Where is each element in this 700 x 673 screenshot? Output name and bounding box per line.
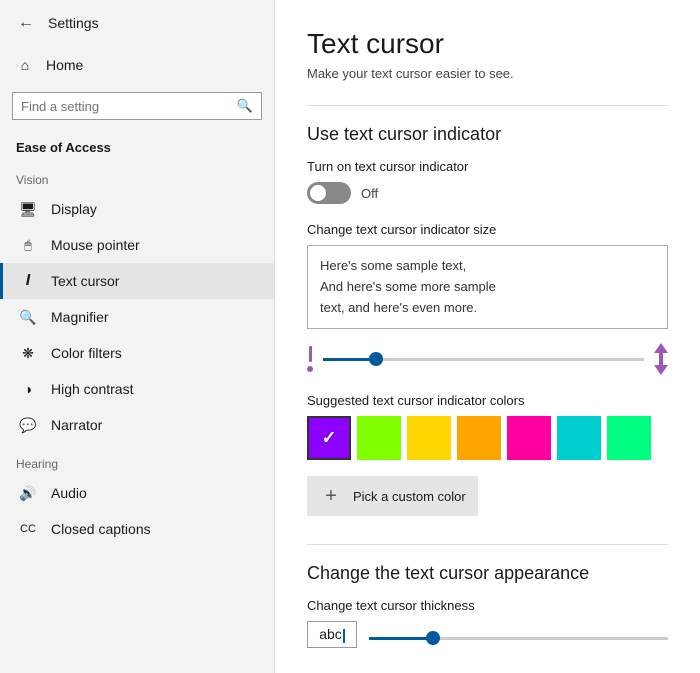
appearance-section-heading: Change the text cursor appearance bbox=[307, 563, 668, 584]
color-swatch-gold[interactable] bbox=[407, 416, 451, 460]
color-swatch-cyan[interactable] bbox=[557, 416, 601, 460]
color-swatches: ✓ bbox=[307, 416, 668, 460]
sidebar-item-color-filters[interactable]: ❋ Color filters bbox=[0, 335, 274, 371]
mouse-pointer-label: Mouse pointer bbox=[51, 237, 140, 253]
size-slider-row bbox=[307, 343, 668, 375]
search-input[interactable] bbox=[21, 99, 231, 114]
abc-text: abc bbox=[319, 626, 342, 642]
high-contrast-label: High contrast bbox=[51, 381, 133, 397]
sidebar-item-closed-captions[interactable]: CC Closed captions bbox=[0, 511, 274, 547]
toggle-label: Turn on text cursor indicator bbox=[307, 159, 668, 174]
thickness-row: abc bbox=[307, 621, 668, 647]
sidebar-item-home[interactable]: ⌂ Home bbox=[0, 46, 274, 84]
sidebar-item-magnifier[interactable]: 🔍 Magnifier bbox=[0, 299, 274, 335]
thickness-slider-container[interactable] bbox=[369, 627, 668, 643]
sample-line-2: And here's some more sample bbox=[320, 277, 655, 298]
closed-captions-icon: CC bbox=[19, 520, 37, 538]
custom-color-button[interactable]: + Pick a custom color bbox=[307, 476, 478, 516]
abc-cursor bbox=[343, 629, 345, 643]
sidebar-item-mouse-pointer[interactable]: 🖱 Mouse pointer bbox=[0, 227, 274, 263]
color-swatch-purple[interactable]: ✓ bbox=[307, 416, 351, 460]
cursor-large-icon bbox=[654, 343, 668, 375]
magnifier-label: Magnifier bbox=[51, 309, 109, 325]
sidebar-item-display[interactable]: 🖥 Display bbox=[0, 191, 274, 227]
thickness-label: Change text cursor thickness bbox=[307, 598, 668, 613]
color-filters-label: Color filters bbox=[51, 345, 122, 361]
home-label: Home bbox=[46, 57, 83, 73]
color-filters-icon: ❋ bbox=[19, 344, 37, 362]
display-label: Display bbox=[51, 201, 97, 217]
sample-line-1: Here's some sample text, bbox=[320, 256, 655, 277]
toggle-switch[interactable] bbox=[307, 182, 351, 204]
closed-captions-label: Closed captions bbox=[51, 521, 151, 537]
settings-title: Settings bbox=[48, 15, 99, 31]
home-icon: ⌂ bbox=[16, 56, 34, 74]
color-swatch-lime[interactable] bbox=[607, 416, 651, 460]
search-box[interactable]: 🔍 bbox=[12, 92, 262, 120]
main-content: Text cursor Make your text cursor easier… bbox=[275, 0, 700, 673]
sidebar-item-audio[interactable]: 🔊 Audio bbox=[0, 475, 274, 511]
size-slider-container[interactable] bbox=[323, 344, 644, 374]
plus-icon: + bbox=[319, 484, 343, 508]
size-label: Change text cursor indicator size bbox=[307, 222, 668, 237]
ease-of-access-label: Ease of Access bbox=[0, 128, 274, 159]
mouse-pointer-icon: 🖱 bbox=[19, 236, 37, 254]
vision-section-title: Vision bbox=[0, 159, 274, 191]
thickness-slider[interactable] bbox=[369, 637, 668, 640]
toggle-state-text: Off bbox=[361, 186, 378, 201]
color-swatch-green[interactable] bbox=[357, 416, 401, 460]
display-icon: 🖥 bbox=[19, 200, 37, 218]
page-subtitle: Make your text cursor easier to see. bbox=[307, 66, 668, 81]
divider-1 bbox=[307, 105, 668, 106]
toggle-knob bbox=[310, 185, 326, 201]
color-swatch-orange[interactable] bbox=[457, 416, 501, 460]
text-cursor-label: Text cursor bbox=[51, 273, 119, 289]
color-swatch-pink[interactable] bbox=[507, 416, 551, 460]
cursor-indicator-small-dot bbox=[307, 366, 313, 372]
cursor-large-top bbox=[654, 343, 668, 353]
text-cursor-icon: I bbox=[19, 272, 37, 290]
hearing-section-title: Hearing bbox=[0, 443, 274, 475]
colors-label: Suggested text cursor indicator colors bbox=[307, 393, 668, 408]
size-slider[interactable] bbox=[323, 358, 644, 361]
search-icon: 🔍 bbox=[237, 98, 253, 114]
check-mark-purple: ✓ bbox=[321, 428, 336, 449]
page-title: Text cursor bbox=[307, 28, 668, 60]
sidebar: ← Settings ⌂ Home 🔍 Ease of Access Visio… bbox=[0, 0, 275, 673]
divider-2 bbox=[307, 544, 668, 545]
narrator-label: Narrator bbox=[51, 417, 102, 433]
narrator-icon: 💬 bbox=[19, 416, 37, 434]
cursor-small-icon bbox=[307, 346, 313, 372]
abc-preview-box: abc bbox=[307, 621, 357, 647]
sidebar-header: ← Settings bbox=[0, 0, 274, 46]
sample-line-3: text, and here's even more. bbox=[320, 298, 655, 319]
cursor-indicator-small-bar bbox=[309, 346, 312, 362]
indicator-section-heading: Use text cursor indicator bbox=[307, 124, 668, 145]
audio-icon: 🔊 bbox=[19, 484, 37, 502]
cursor-large-bottom bbox=[654, 365, 668, 375]
audio-label: Audio bbox=[51, 485, 87, 501]
sample-text-box: Here's some sample text, And here's some… bbox=[307, 245, 668, 329]
back-button[interactable]: ← bbox=[14, 10, 38, 36]
sidebar-item-high-contrast[interactable]: ◑ High contrast bbox=[0, 371, 274, 407]
sidebar-item-text-cursor[interactable]: I Text cursor bbox=[0, 263, 274, 299]
high-contrast-icon: ◑ bbox=[19, 380, 37, 398]
magnifier-icon: 🔍 bbox=[19, 308, 37, 326]
custom-color-label: Pick a custom color bbox=[353, 489, 466, 504]
cursor-large-bar bbox=[659, 353, 663, 365]
sidebar-item-narrator[interactable]: 💬 Narrator bbox=[0, 407, 274, 443]
toggle-row: Off bbox=[307, 182, 668, 204]
